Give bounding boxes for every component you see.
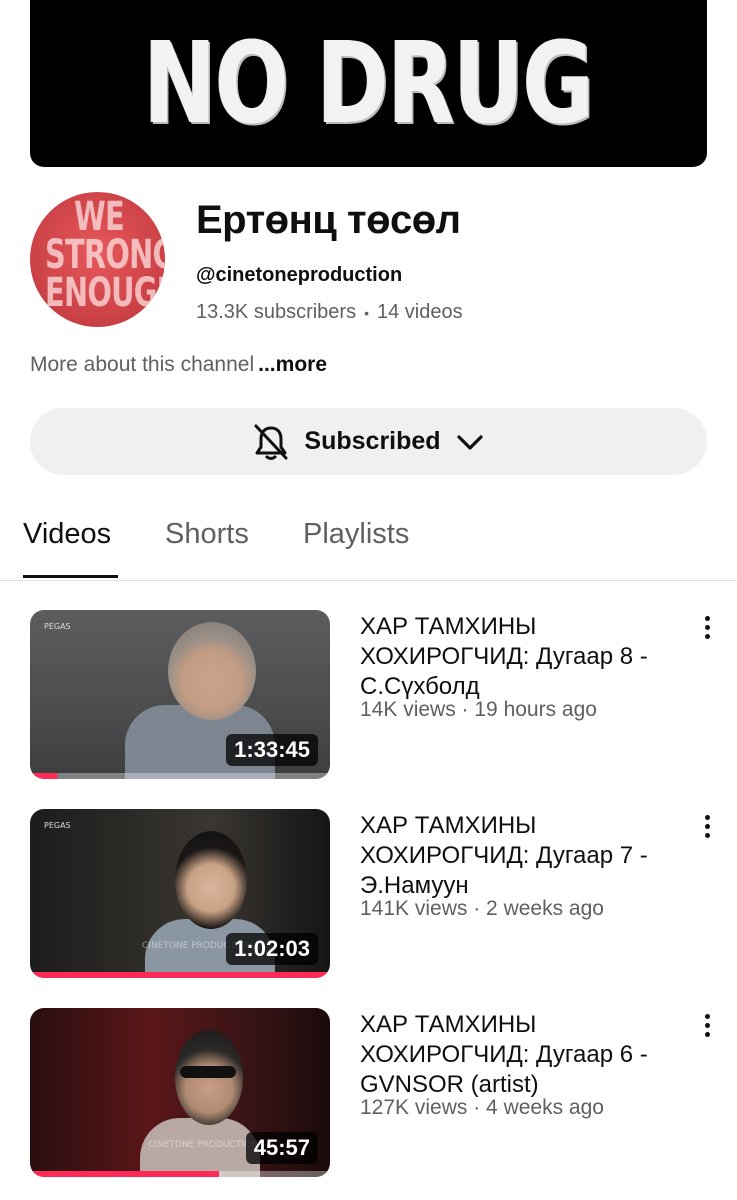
video-duration: 45:57 (245, 1132, 318, 1164)
thumbnail-logo: PEGAS (44, 622, 71, 631)
tab-playlists[interactable]: Playlists (303, 518, 409, 551)
video-title[interactable]: ХАР ТАМХИНЫ ХОХИРОГЧИД: Дугаар 6 - GVNSO… (360, 1010, 680, 1100)
avatar-text: WE STRONG ENOUGH (44, 194, 165, 316)
thumbnail-logo: PEGAS (44, 821, 71, 830)
video-meta: 141K views · 2 weeks ago (360, 897, 604, 920)
channel-banner: NO DRUG (30, 0, 707, 167)
thumbnail-watermark: CINETONE PRODUCTION (148, 1140, 258, 1150)
subscribed-button[interactable]: Subscribed (30, 408, 707, 475)
video-duration: 1:33:45 (226, 734, 318, 766)
about-text: More about this channel (30, 353, 255, 376)
sunglasses (180, 1066, 236, 1078)
banner-text: NO DRUG (143, 18, 595, 149)
video-title[interactable]: ХАР ТАМХИНЫ ХОХИРОГЧИД: Дугаар 8 - С.Сүх… (360, 612, 680, 702)
video-item[interactable]: PEGAS CINETONE PRODUCTION 1:02:03 ХАР ТА… (0, 809, 737, 979)
active-tab-indicator (23, 575, 118, 578)
more-options-icon[interactable] (697, 1014, 717, 1044)
subscribed-label: Subscribed (304, 427, 441, 455)
more-options-icon[interactable] (697, 616, 717, 646)
tab-shorts[interactable]: Shorts (165, 518, 249, 551)
watch-progress (30, 972, 330, 978)
channel-tabs: Videos Shorts Playlists (0, 500, 737, 581)
subscriber-count: 13.3K subscribers (196, 301, 357, 323)
watch-progress (30, 773, 57, 779)
channel-avatar[interactable]: WE STRONG ENOUGH (30, 192, 165, 327)
video-thumbnail[interactable]: PEGAS 1:33:45 (30, 610, 330, 779)
channel-stats: 13.3K subscribers • 14 videos (196, 301, 463, 324)
video-thumbnail[interactable]: CINETONE PRODUCTION 45:57 (30, 1008, 330, 1177)
about-channel-link[interactable]: More about this channel ...more (30, 353, 327, 377)
channel-handle: @cinetoneproduction (196, 264, 403, 286)
video-duration: 1:02:03 (226, 933, 318, 965)
bell-off-icon (254, 424, 288, 460)
video-meta: 127K views · 4 weeks ago (360, 1096, 604, 1119)
separator-dot: • (364, 304, 369, 321)
video-title[interactable]: ХАР ТАМХИНЫ ХОХИРОГЧИД: Дугаар 7 - Э.Нам… (360, 811, 680, 901)
more-options-icon[interactable] (697, 815, 717, 845)
video-thumbnail[interactable]: PEGAS CINETONE PRODUCTION 1:02:03 (30, 809, 330, 978)
watch-progress (30, 1171, 219, 1177)
video-count: 14 videos (376, 301, 463, 323)
more-link[interactable]: ...more (258, 353, 327, 376)
chevron-down-icon (456, 434, 483, 450)
video-meta: 14K views · 19 hours ago (360, 698, 597, 721)
video-item[interactable]: CINETONE PRODUCTION 45:57 ХАР ТАМХИНЫ ХО… (0, 1008, 737, 1178)
channel-name: Ертөнц төсөл (196, 198, 461, 242)
video-item[interactable]: PEGAS 1:33:45 ХАР ТАМХИНЫ ХОХИРОГЧИД: Ду… (0, 610, 737, 780)
tab-videos[interactable]: Videos (23, 518, 111, 551)
